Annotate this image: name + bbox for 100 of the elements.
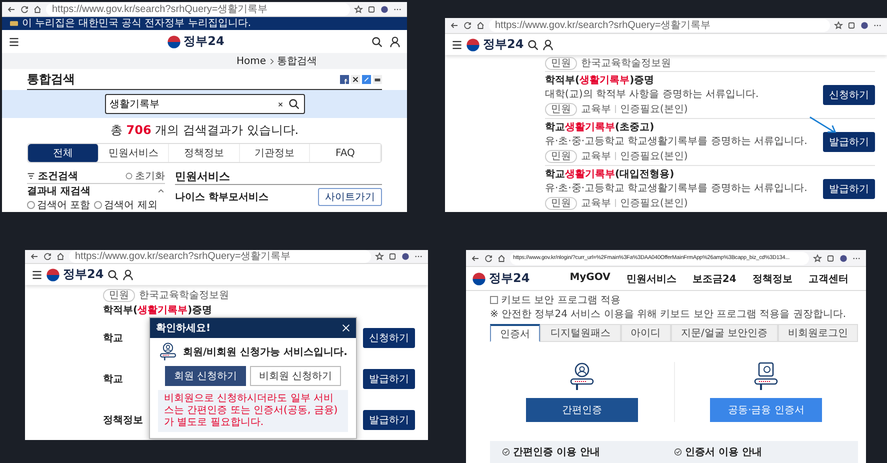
apply-button[interactable]: 발급하기: [823, 179, 875, 199]
nav-link[interactable]: 정책정보: [752, 272, 792, 286]
login-method-button[interactable]: 간편인증: [526, 398, 638, 422]
login-method-tab[interactable]: 아이디: [620, 324, 671, 342]
search-icon[interactable]: [288, 98, 300, 110]
guide-link[interactable]: 인증서 이용 안내: [685, 445, 762, 459]
site-logo-text[interactable]: 정부24: [63, 266, 104, 283]
site-link-button[interactable]: 사이트가기: [318, 188, 382, 206]
profile-icon[interactable]: [839, 254, 848, 262]
back-icon[interactable]: [30, 252, 39, 261]
type-tag: 민원: [545, 150, 577, 162]
star-icon[interactable]: [354, 4, 363, 14]
nav-link[interactable]: 고객센터: [808, 272, 848, 286]
service-title[interactable]: 학교생활기록부(대입전형용): [545, 167, 815, 181]
site-logo-text[interactable]: 정부24: [489, 270, 530, 287]
star-icon[interactable]: [375, 252, 384, 261]
circle-logo-icon[interactable]: [466, 38, 480, 52]
apply-button[interactable]: 발급하기: [363, 368, 415, 389]
service-description: 대학(교)의 학적부 사항을 증명하는 서류입니다.: [545, 88, 760, 101]
extension-icon[interactable]: [388, 252, 397, 261]
service-description: 유·초·중·고등학교 학교생활기록부를 증명하는 서류입니다.: [545, 182, 808, 195]
radio-option[interactable]: 검색어 포함: [27, 198, 90, 212]
profile-icon[interactable]: [860, 21, 869, 30]
refresh-icon[interactable]: [484, 254, 493, 262]
apply-button[interactable]: 발급하기: [823, 132, 875, 152]
result-count-text: 총 706 개의 검색결과가 있습니다.: [110, 123, 299, 137]
circle-icon[interactable]: [125, 172, 133, 180]
user-icon[interactable]: [122, 268, 134, 280]
extension-icon[interactable]: [826, 254, 835, 262]
site-logo-text[interactable]: 정부24: [184, 33, 224, 50]
profile-icon[interactable]: [401, 252, 410, 261]
search-icon[interactable]: [370, 36, 383, 48]
dialog-message: 회원/비회원 신청가능 서비스입니다.: [183, 346, 348, 359]
keyboard-security-checkbox[interactable]: 키보드 보안 프로그램 적용: [490, 293, 858, 307]
filter-title: 조건검색: [38, 170, 78, 183]
home-icon[interactable]: [56, 252, 65, 261]
result-title[interactable]: 나이스 학부모서비스: [175, 190, 268, 204]
check-circle-icon: [502, 448, 510, 456]
category-tab[interactable]: 전체: [28, 144, 99, 162]
star-icon[interactable]: [834, 21, 843, 30]
login-method-tab[interactable]: 인증서: [490, 324, 540, 342]
star-icon[interactable]: [813, 254, 822, 262]
address-bar[interactable]: https://www.gov.kr/search?srhQuery=생활기록부: [489, 19, 830, 32]
circle-logo-icon[interactable]: [166, 34, 181, 48]
user-icon[interactable]: [388, 36, 401, 48]
back-icon[interactable]: [471, 254, 480, 262]
site-logo-text[interactable]: 정부24: [483, 36, 524, 53]
nav-link[interactable]: 보조금24: [692, 272, 736, 286]
agency-text: 교육부: [581, 103, 611, 116]
refresh-icon[interactable]: [20, 4, 29, 14]
nav-link[interactable]: 민원서비스: [626, 272, 676, 286]
auth-text: 인증필요(본인): [620, 150, 688, 163]
profile-icon[interactable]: [380, 4, 389, 14]
dialog-button[interactable]: 회원 신청하기: [164, 366, 246, 386]
radio-option[interactable]: 검색어 제외: [94, 198, 158, 212]
circle-logo-icon[interactable]: [472, 272, 486, 286]
menu-icon[interactable]: [451, 38, 463, 50]
service-title[interactable]: 학교: [103, 330, 143, 345]
nav-link[interactable]: MyGOV: [570, 272, 610, 286]
service-title[interactable]: 학적부(생활기록부)증명: [103, 303, 422, 317]
social-icon[interactable]: [351, 75, 360, 84]
user-icon[interactable]: [542, 38, 554, 50]
login-method-tab[interactable]: 디지털원패스: [540, 324, 621, 342]
search-icon[interactable]: [526, 38, 539, 50]
search-icon[interactable]: [106, 268, 119, 280]
refresh-icon[interactable]: [463, 21, 472, 30]
caret-icon[interactable]: [157, 187, 165, 195]
back-icon[interactable]: [450, 21, 459, 30]
dialog-button[interactable]: 비회원 신청하기: [250, 366, 342, 386]
search-bar[interactable]: 생활기록부: [104, 94, 304, 114]
breadcrumb-link[interactable]: Home: [236, 56, 266, 66]
service-title[interactable]: 학적부(생활기록부)증명: [545, 73, 815, 87]
type-tag: 민원: [545, 102, 577, 116]
apply-button[interactable]: 신청하기: [363, 328, 415, 348]
extension-icon[interactable]: [367, 4, 376, 14]
home-icon[interactable]: [497, 254, 506, 262]
circle-logo-icon[interactable]: [46, 268, 60, 282]
login-method-tab[interactable]: 지문/얼굴 보안인증: [670, 324, 778, 342]
apply-button[interactable]: 발급하기: [363, 410, 415, 430]
back-icon[interactable]: [7, 4, 16, 14]
apply-button[interactable]: 신청하기: [823, 85, 875, 105]
home-icon[interactable]: [476, 21, 485, 30]
extension-icon[interactable]: [847, 21, 856, 30]
service-title[interactable]: 학교: [103, 372, 143, 386]
refresh-icon[interactable]: [43, 252, 52, 261]
address-bar[interactable]: https://www.gov.kr/search?srhQuery=생활기록부: [69, 250, 371, 263]
agency-text: 교육부: [581, 197, 611, 210]
menu-icon[interactable]: [31, 268, 43, 280]
guide-link[interactable]: 간편인증 이용 안내: [513, 445, 600, 459]
address-bar[interactable]: https://www.gov.kr/search?srhQuery=생활기록부: [46, 2, 350, 16]
login-method-tab[interactable]: 비회원로그인: [778, 324, 858, 342]
menu-icon[interactable]: [8, 36, 20, 48]
type-tag: 민원: [545, 196, 577, 210]
close-icon[interactable]: [342, 324, 350, 332]
reset-button[interactable]: 초기화: [125, 169, 165, 183]
social-icon[interactable]: [340, 75, 349, 84]
service-title[interactable]: 학교생활기록부(초중고): [545, 120, 815, 134]
clear-icon[interactable]: [276, 100, 284, 108]
home-icon[interactable]: [33, 4, 42, 14]
login-method-button[interactable]: 공동·금융 인증서: [710, 398, 822, 422]
